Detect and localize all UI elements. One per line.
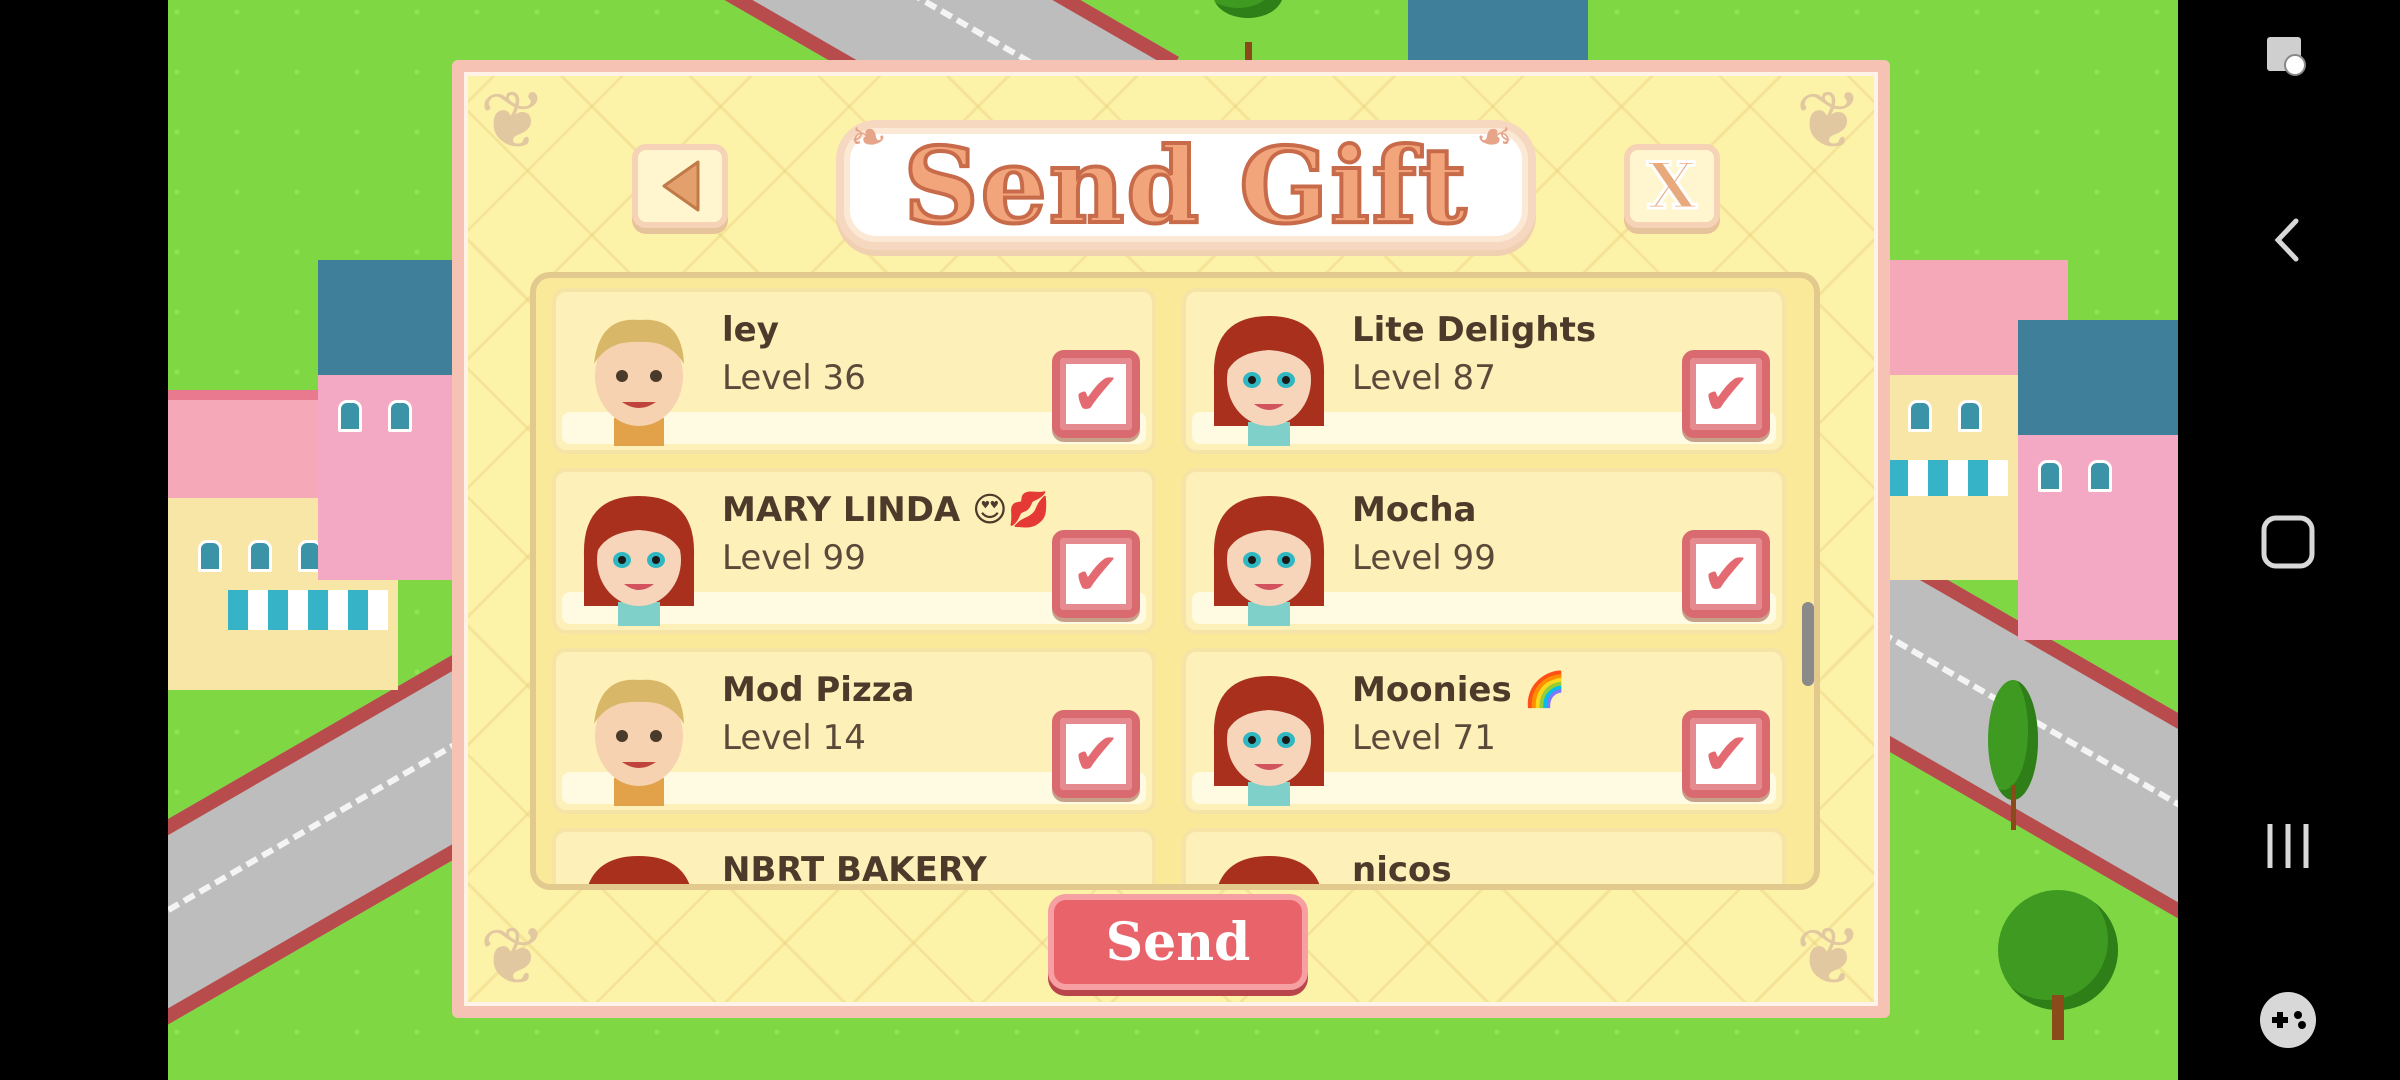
friend-level: Level 14 (722, 718, 866, 758)
friend-level: Level 99 (1352, 538, 1496, 578)
select-checkbox[interactable]: ✔ (1682, 710, 1770, 798)
avatar (1204, 306, 1334, 446)
system-side-bar (2178, 0, 2400, 1080)
friend-name: ley (722, 310, 779, 350)
corner-ornament: ❦ (479, 74, 547, 167)
select-checkbox[interactable]: ✔ (1052, 530, 1140, 618)
select-checkbox[interactable]: ✔ (1682, 530, 1770, 618)
friend-card[interactable]: MARY LINDA 😍💋 Level 99 ✔ (552, 468, 1156, 634)
corner-ornament: ❦ (1795, 910, 1863, 1003)
friend-name: Mod Pizza (722, 670, 915, 710)
avatar (574, 846, 704, 884)
title-banner: Send Gift (836, 120, 1536, 250)
avatar (1204, 846, 1334, 884)
checkmark-icon: ✔ (1071, 360, 1121, 428)
rotation-lock-icon[interactable] (2238, 6, 2338, 106)
friend-name: Moonies 🌈 (1352, 670, 1566, 710)
send-gift-dialog: ❦ ❦ ❦ ❦ Send Gift ❧ ❧ X ley Level 36 ✔ Lite… (452, 60, 1890, 1018)
avatar (1204, 666, 1334, 806)
avatar (574, 306, 704, 446)
corner-ornament: ❦ (1795, 74, 1863, 167)
friend-level: Level 36 (722, 358, 866, 398)
flourish-ornament: ❧ (1476, 112, 1513, 163)
home-square-icon[interactable] (2238, 492, 2338, 592)
friend-card[interactable]: nicos✔ (1182, 828, 1786, 890)
friend-name: NBRT BAKERY (722, 850, 987, 890)
avatar (574, 666, 704, 806)
corner-ornament: ❦ (479, 910, 547, 1003)
friend-card[interactable]: Mod Pizza Level 14 ✔ (552, 648, 1156, 814)
house-building (1408, 0, 1588, 60)
chevron-left-icon[interactable] (2238, 190, 2338, 290)
send-button-label: Send (1105, 911, 1251, 973)
avatar (1204, 486, 1334, 626)
back-arrow-icon (662, 160, 700, 212)
friend-level: Level 87 (1352, 358, 1496, 398)
select-checkbox[interactable]: ✔ (1052, 350, 1140, 438)
recents-icon[interactable] (2238, 796, 2338, 896)
friend-name: nicos (1352, 850, 1452, 890)
friend-level: Level 99 (722, 538, 866, 578)
select-checkbox[interactable]: ✔ (1052, 710, 1140, 798)
tree (1213, 0, 1283, 60)
send-button[interactable]: Send (1048, 894, 1308, 990)
close-icon: X (1646, 147, 1699, 225)
select-checkbox[interactable]: ✔ (1682, 350, 1770, 438)
flourish-ornament: ❧ (850, 112, 887, 163)
close-button[interactable]: X (1624, 144, 1720, 228)
checkmark-icon: ✔ (1701, 360, 1751, 428)
friend-name: Lite Delights (1352, 310, 1597, 350)
checkmark-icon: ✔ (1701, 720, 1751, 788)
house-building (2018, 320, 2178, 640)
house-building (318, 260, 468, 580)
friend-card[interactable]: Mocha Level 99 ✔ (1182, 468, 1786, 634)
checkmark-icon: ✔ (1071, 540, 1121, 608)
tree (1998, 890, 2118, 1040)
friend-name: Mocha (1352, 490, 1477, 530)
friend-card[interactable]: Moonies 🌈 Level 71 ✔ (1182, 648, 1786, 814)
friend-card[interactable]: Lite Delights Level 87 ✔ (1182, 288, 1786, 454)
list-scrollbar[interactable] (1802, 602, 1814, 686)
tree (1988, 680, 2038, 830)
friend-card[interactable]: ley Level 36 ✔ (552, 288, 1156, 454)
friend-level: Level 71 (1352, 718, 1496, 758)
friend-name: MARY LINDA 😍💋 (722, 490, 1050, 530)
checkmark-icon: ✔ (1701, 540, 1751, 608)
friend-list[interactable]: ley Level 36 ✔ Lite Delights Level 87 ✔ MARY L… (530, 272, 1820, 890)
friend-card[interactable]: NBRT BAKERY✔ (552, 828, 1156, 890)
avatar (574, 486, 704, 626)
gamepad-icon[interactable] (2238, 970, 2338, 1070)
dialog-title: Send Gift (902, 122, 1469, 249)
checkmark-icon: ✔ (1071, 720, 1121, 788)
back-button[interactable] (632, 144, 728, 228)
